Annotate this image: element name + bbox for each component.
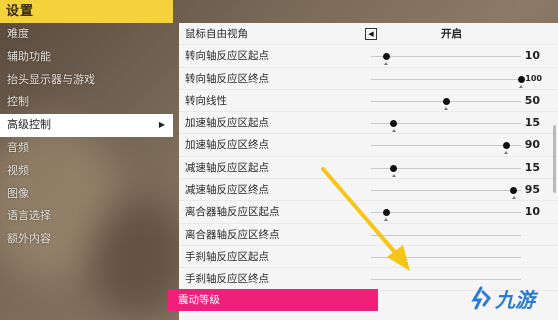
nav-item-label: 高级控制 (7, 118, 51, 132)
setting-value: 95 (524, 183, 540, 197)
slider-handle[interactable] (382, 53, 390, 61)
slider-track[interactable] (371, 53, 521, 66)
nav-item-video[interactable]: 视频 (0, 160, 173, 183)
watermark: 九游 (470, 283, 535, 313)
slider-setting-row[interactable]: 转向轴反应区起点 10 (179, 45, 558, 68)
slider-handle[interactable] (517, 75, 525, 83)
setting-label: 离合器轴反应区起点 (185, 206, 280, 219)
setting-value: 开启 (441, 28, 462, 40)
scrollbar[interactable] (553, 125, 556, 193)
setting-value: 15 (524, 116, 540, 130)
slider-handle[interactable] (510, 187, 517, 195)
setting-value: 10 (524, 205, 540, 219)
settings-title: 设置 (0, 0, 173, 23)
nav-item-advanced-controls[interactable]: 高级控制 ▶ (0, 114, 173, 137)
default-marker-icon (511, 196, 516, 200)
slider-handle[interactable] (390, 120, 397, 128)
slider-setting-row[interactable]: 转向线性 50 (179, 90, 558, 113)
setting-label: 转向轴反应区起点 (185, 50, 269, 63)
setting-value: 50 (524, 93, 540, 107)
nav-item-extra-content[interactable]: 额外内容 (0, 228, 173, 251)
setting-label: 手刹轴反应区终点 (185, 273, 269, 286)
chevron-left-icon[interactable]: ◀ (365, 28, 377, 40)
settings-nav: 难度 辅助功能 抬头显示器与游戏 控制 高级控制 ▶ 音频 视频 图像 语言选择… (0, 23, 173, 320)
slider-setting-row[interactable]: 加速轴反应区终点 90 (179, 134, 558, 157)
setting-value: 90 (524, 138, 540, 152)
setting-value: 100 (525, 73, 542, 83)
nav-item-accessibility[interactable]: 辅助功能 (0, 46, 173, 69)
setting-label: 鼠标自由视角 (185, 28, 248, 40)
nav-item-language[interactable]: 语言选择 (0, 205, 173, 228)
pointer-arrow (321, 167, 410, 271)
default-marker-icon (384, 62, 388, 66)
slider-handle[interactable] (442, 97, 450, 105)
nav-item-controls[interactable]: 控制 (0, 91, 173, 114)
setting-value: 10 (524, 49, 540, 63)
watermark-text: 九游 (495, 287, 535, 312)
slider-setting-row[interactable]: 转向轴反应区终点 100 (179, 68, 558, 90)
nine-game-logo-icon (471, 286, 491, 310)
nav-item-audio[interactable]: 音频 (0, 137, 173, 160)
setting-label: 转向线性 (185, 94, 227, 107)
slider-track[interactable] (371, 97, 521, 110)
vibration-level-setting[interactable]: 震动等级 (168, 289, 378, 311)
setting-label: 震动等级 (178, 294, 220, 306)
slider-track[interactable] (371, 142, 521, 155)
default-marker-icon (519, 84, 523, 88)
setting-label: 加速轴反应区起点 (185, 117, 269, 130)
nav-item-graphics[interactable]: 图像 (0, 183, 173, 206)
setting-label: 转向轴反应区终点 (185, 72, 269, 85)
nav-item-difficulty[interactable]: 难度 (0, 23, 173, 46)
setting-label: 手刹轴反应区起点 (185, 250, 269, 263)
slider-setting-row[interactable]: 加速轴反应区起点 15 (179, 112, 558, 135)
setting-label: 加速轴反应区终点 (185, 139, 269, 152)
setting-value: 15 (524, 160, 540, 174)
nav-item-hud-gameplay[interactable]: 抬头显示器与游戏 (0, 69, 173, 92)
default-marker-icon (444, 106, 448, 110)
default-marker-icon (504, 151, 508, 155)
setting-label: 离合器轴反应区终点 (185, 228, 280, 241)
setting-label: 减速轴反应区起点 (185, 161, 269, 174)
slider-handle[interactable] (502, 142, 510, 150)
slider-track[interactable] (371, 120, 521, 133)
slider-track[interactable] (371, 75, 525, 88)
setting-label: 减速轴反应区终点 (185, 184, 269, 197)
default-marker-icon (391, 129, 396, 133)
free-camera-setting[interactable]: 鼠标自由视角 ◀ 开启 (179, 23, 558, 46)
chevron-right-icon: ▶ (158, 120, 165, 130)
